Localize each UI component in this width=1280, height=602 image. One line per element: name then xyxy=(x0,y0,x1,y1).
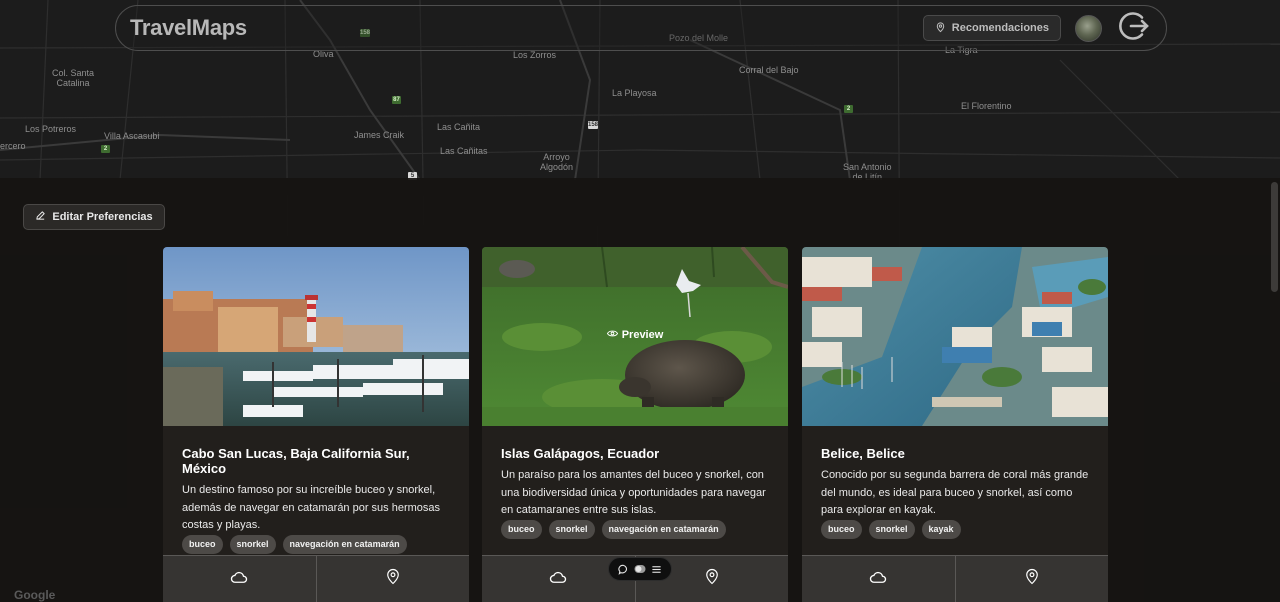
brand-logo[interactable]: TravelMaps xyxy=(130,15,247,41)
activity-tag: kayak xyxy=(921,519,961,539)
weather-button[interactable] xyxy=(802,556,955,602)
destination-image[interactable]: Preview xyxy=(482,247,788,426)
destination-card[interactable]: Cabo San Lucas, Baja California Sur, Méx… xyxy=(163,247,469,602)
destination-card[interactable]: Preview Islas Galápagos, Ecuador Un para… xyxy=(482,247,788,602)
map-label: El Florentino xyxy=(961,101,1012,111)
logout-icon xyxy=(1116,8,1152,49)
map-label: Los Zorros xyxy=(513,50,557,60)
preview-label: Preview xyxy=(621,329,664,341)
map-label: Las Cañita xyxy=(437,122,481,132)
activity-tag: buceo xyxy=(182,534,223,554)
top-navbar: TravelMaps Recomendaciones xyxy=(115,5,1167,51)
scrollbar-thumb[interactable] xyxy=(1271,182,1278,292)
destination-image[interactable] xyxy=(802,247,1108,426)
map-label: ercero xyxy=(0,141,26,151)
map-label: Las Cañitas xyxy=(440,146,488,156)
floating-toolbar xyxy=(608,557,672,581)
activity-tag: snorkel xyxy=(548,519,595,539)
cloud-icon xyxy=(549,570,567,589)
activity-tag: buceo xyxy=(501,519,542,539)
destination-title: Belice, Belice xyxy=(821,446,905,461)
road-shield: 158 xyxy=(588,121,599,129)
recommendations-button[interactable]: Recomendaciones xyxy=(922,15,1061,41)
logout-button[interactable] xyxy=(1116,10,1152,46)
map-attribution: Google xyxy=(14,588,56,602)
road-shield: 2 xyxy=(101,145,110,153)
map-label: James Craik xyxy=(354,130,405,140)
edit-preferences-button[interactable]: Editar Preferencias xyxy=(23,204,165,230)
destination-title: Cabo San Lucas, Baja California Sur, Méx… xyxy=(182,446,410,476)
map-pin-icon xyxy=(705,568,719,590)
road-shield: 87 xyxy=(392,96,401,104)
activity-tag: navegación en catamarán xyxy=(601,519,726,539)
map-pin-icon xyxy=(386,568,400,590)
eye-icon xyxy=(606,329,618,341)
destination-description: Conocido por su segunda barrera de coral… xyxy=(821,469,1089,516)
map-label: Col. Santa Catalina xyxy=(52,68,95,88)
map-pin-icon xyxy=(935,21,946,36)
destination-description: Un destino famoso por su increíble buceo… xyxy=(182,484,441,531)
recommendations-label: Recomendaciones xyxy=(951,22,1049,34)
preview-overlay[interactable]: Preview xyxy=(482,329,788,341)
activity-tag: snorkel xyxy=(868,519,915,539)
map-pin-icon xyxy=(1025,568,1039,590)
card-actions xyxy=(163,555,469,602)
header-actions: Recomendaciones xyxy=(922,10,1152,46)
cloud-icon xyxy=(869,570,887,589)
map-label: Corral del Bajo xyxy=(739,65,799,75)
edit-preferences-label: Editar Preferencias xyxy=(52,211,153,223)
road-shield: 2 xyxy=(844,105,853,113)
map-label: Los Potreros xyxy=(25,124,77,134)
destination-card[interactable]: Belice, Belice Conocido por su segunda b… xyxy=(802,247,1108,602)
map-label: La Playosa xyxy=(612,88,657,98)
destination-image[interactable] xyxy=(163,247,469,426)
comment-icon[interactable] xyxy=(618,564,629,575)
map-label: Villa Ascasubi xyxy=(104,131,160,141)
activity-tags: buceo snorkel navegación en catamarán xyxy=(501,519,769,539)
toggle-icon[interactable] xyxy=(634,564,646,574)
activity-tag: navegación en catamarán xyxy=(282,534,407,554)
activity-tag: buceo xyxy=(821,519,862,539)
cloud-icon xyxy=(230,570,248,589)
location-button[interactable] xyxy=(315,556,470,602)
user-avatar[interactable] xyxy=(1075,14,1102,42)
pencil-icon xyxy=(35,210,46,224)
activity-tag: snorkel xyxy=(229,534,276,554)
destination-description: Un paraíso para los amantes del buceo y … xyxy=(501,469,766,516)
destination-title: Islas Galápagos, Ecuador xyxy=(501,446,660,461)
location-button[interactable] xyxy=(954,556,1109,602)
weather-button[interactable] xyxy=(163,556,316,602)
map-label: Arroyo Algodón xyxy=(540,152,574,172)
sliders-icon[interactable] xyxy=(651,564,662,575)
activity-tags: buceo snorkel kayak xyxy=(821,519,1089,539)
activity-tags: buceo snorkel navegación en catamarán xyxy=(182,534,450,554)
card-actions xyxy=(802,555,1108,602)
